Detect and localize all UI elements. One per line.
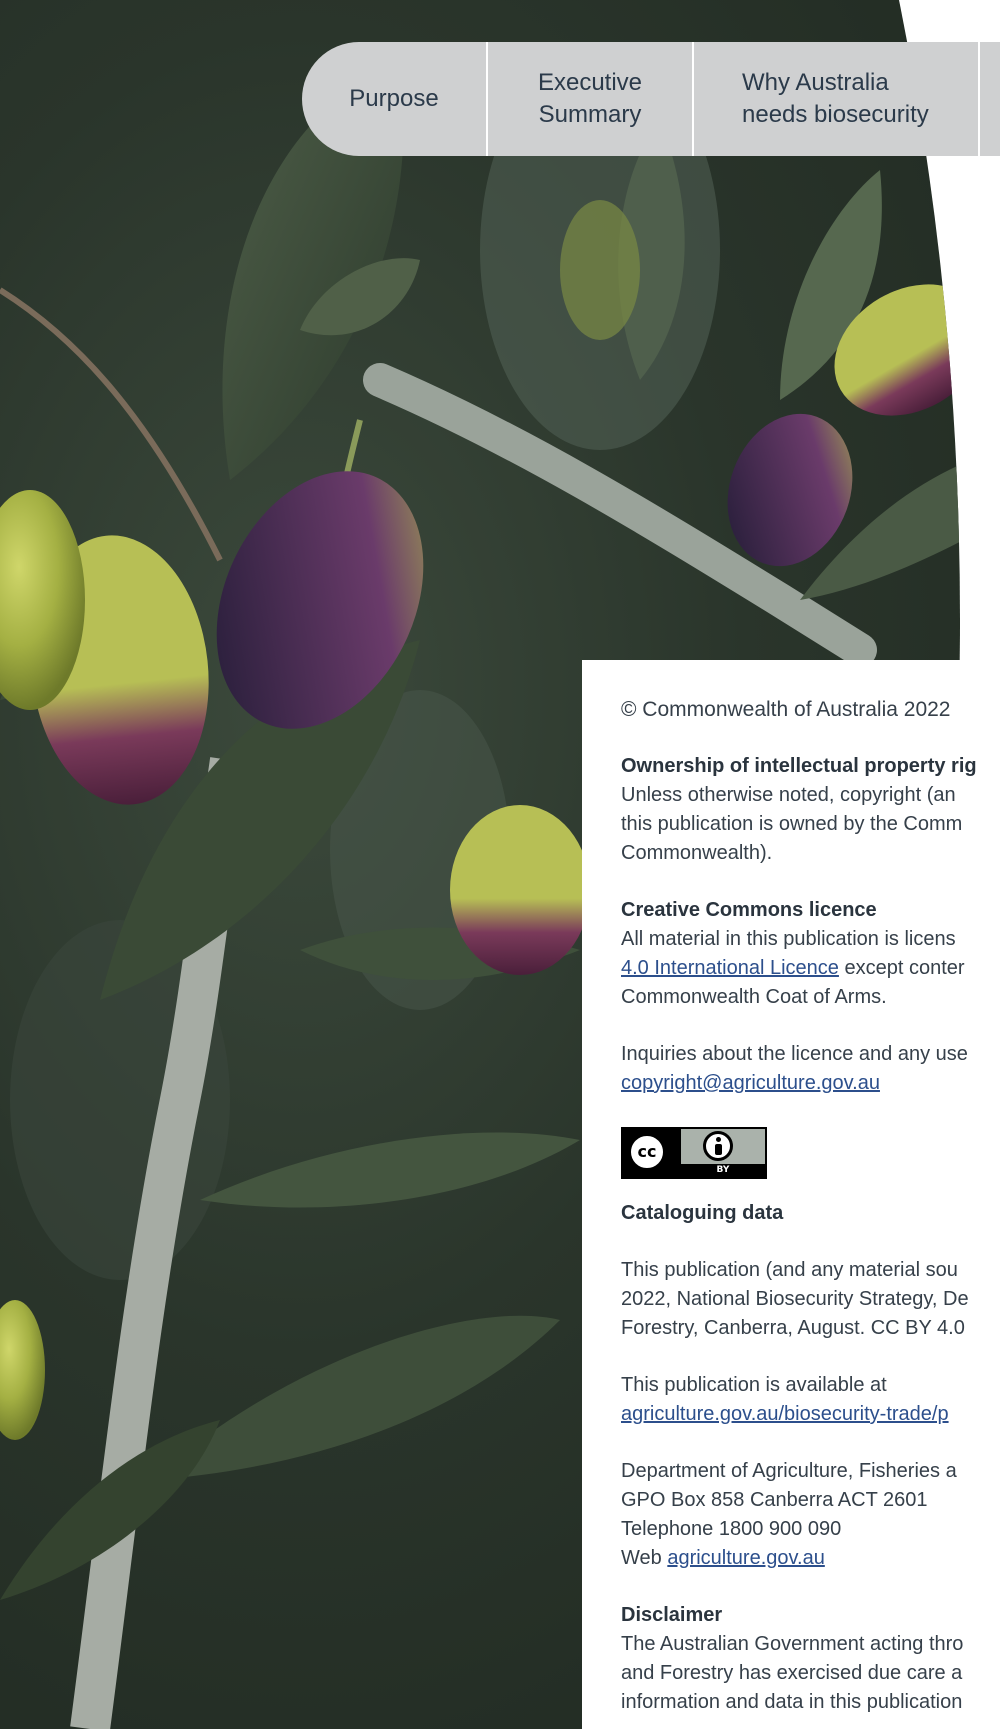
web-label: Web — [621, 1547, 668, 1569]
ownership-text-line: Unless otherwise noted, copyright (an — [621, 784, 956, 806]
page: Purpose Executive Summary Why Australia … — [0, 0, 1000, 1729]
website-link[interactable]: agriculture.gov.au — [667, 1547, 825, 1569]
copyright-email-link[interactable]: copyright@agriculture.gov.au — [621, 1072, 880, 1094]
copyright-panel: © Commonwealth of Australia 2022 Ownersh… — [582, 660, 1000, 1729]
inquiries-text: Inquiries about the licence and any use — [621, 1043, 968, 1065]
cataloguing-text-line: This publication (and any material sou — [621, 1259, 958, 1281]
ownership-heading: Ownership of intellectual property rig — [621, 755, 977, 777]
web-line: Web agriculture.gov.au — [621, 1544, 1000, 1573]
tab-why-australia-needs-biosecurity[interactable]: Why Australia needs biosecurity — [694, 42, 980, 156]
attribution-person-icon — [703, 1131, 733, 1161]
disclaimer-text-line: information and data in this publication — [621, 1691, 963, 1713]
cc-by-licence-badge: cc BY — [621, 1127, 767, 1179]
availability-link-line: agriculture.gov.au/biosecurity-trade/p — [621, 1400, 1000, 1429]
by-label: BY — [681, 1164, 765, 1177]
availability-text: This publication is available at — [621, 1374, 887, 1396]
licence-text-line: Commonwealth Coat of Arms. — [621, 986, 887, 1008]
department-name: Department of Agriculture, Fisheries a — [621, 1460, 957, 1482]
copyright-statement: © Commonwealth of Australia 2022 — [621, 698, 951, 721]
disclaimer-heading: Disclaimer — [621, 1604, 723, 1626]
cataloguing-heading: Cataloguing data — [621, 1202, 784, 1224]
postal-address: GPO Box 858 Canberra ACT 2601 — [621, 1489, 928, 1511]
tab-next-section[interactable] — [980, 42, 1000, 156]
tab-purpose[interactable]: Purpose — [302, 42, 488, 156]
section-nav: Purpose Executive Summary Why Australia … — [302, 42, 1000, 156]
creative-commons-heading: Creative Commons licence — [621, 899, 877, 921]
disclaimer-text-line: and Forestry has exercised due care a — [621, 1662, 963, 1684]
licence-text-line: 4.0 International Licence except conter — [621, 954, 1000, 983]
tab-executive-summary[interactable]: Executive Summary — [488, 42, 694, 156]
ownership-text-line: this publication is owned by the Comm — [621, 813, 963, 835]
publication-link[interactable]: agriculture.gov.au/biosecurity-trade/p — [621, 1403, 949, 1425]
inquiries-email-line: copyright@agriculture.gov.au — [621, 1069, 1000, 1098]
cataloguing-text-line: 2022, National Biosecurity Strategy, De — [621, 1288, 969, 1310]
licence-text-rest: except conter — [838, 957, 965, 979]
disclaimer-text-line: The Australian Government acting thro — [621, 1633, 964, 1655]
telephone: Telephone 1800 900 090 — [621, 1518, 842, 1540]
cataloguing-text-line: Forestry, Canberra, August. CC BY 4.0 — [621, 1317, 965, 1339]
licence-text-line: All material in this publication is lice… — [621, 928, 956, 950]
licence-link[interactable]: 4.0 International Licence — [621, 957, 839, 979]
ownership-text-line: Commonwealth). — [621, 842, 773, 864]
cc-icon: cc — [628, 1133, 666, 1171]
